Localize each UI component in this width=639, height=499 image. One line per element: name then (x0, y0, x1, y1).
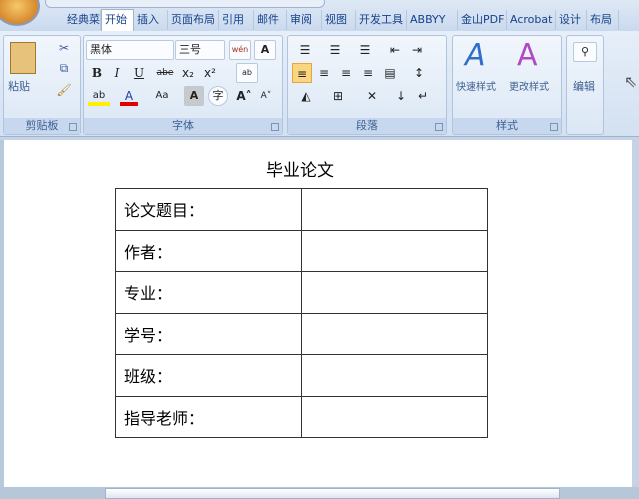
numbering-icon[interactable]: ☰ (322, 40, 348, 60)
table-row: 作者： (115, 229, 488, 272)
value-cell[interactable] (301, 229, 488, 272)
quick-styles-icon[interactable]: A (465, 38, 486, 73)
justify-icon[interactable]: ≡ (358, 63, 378, 83)
group-styles: A A 快速样式 更改样式 样式 (452, 35, 562, 135)
phonetic-guide-button[interactable]: wén (229, 40, 251, 60)
value-cell[interactable] (301, 395, 488, 438)
strikethrough-button[interactable]: abe (154, 63, 176, 83)
tab-5[interactable]: 邮件 (254, 10, 287, 30)
font-color-icon[interactable]: A (120, 86, 138, 106)
char-shading-button[interactable]: A (184, 86, 204, 106)
info-table: 论文题目： 作者： 专业： 学号： 班级： 指导老师： (115, 188, 488, 438)
tab-12[interactable]: 设计 (556, 10, 587, 30)
borders-icon[interactable]: ⊞ (324, 86, 352, 106)
dialog-launcher-icon[interactable] (550, 123, 558, 131)
quick-styles-button[interactable]: 快速样式 (456, 78, 496, 93)
dialog-launcher-icon[interactable] (69, 123, 77, 131)
change-case-button[interactable]: Aa (150, 86, 174, 106)
bold-button[interactable]: B (88, 63, 106, 83)
tab-0[interactable]: 经典菜单 (64, 10, 101, 30)
value-cell[interactable] (301, 354, 488, 397)
value-cell[interactable] (301, 312, 488, 355)
label-cell[interactable]: 学号： (115, 312, 302, 355)
change-styles-icon[interactable]: A (517, 38, 538, 73)
tab-11[interactable]: Acrobat (507, 10, 556, 30)
group-label: 字体 (84, 118, 282, 134)
dialog-launcher-icon[interactable] (271, 123, 279, 131)
value-cell[interactable] (301, 188, 488, 231)
paste-button[interactable]: 粘贴 (8, 78, 30, 94)
decrease-indent-icon[interactable]: ⇤ (386, 40, 404, 60)
label-cell[interactable]: 班级： (115, 354, 302, 397)
editing-button[interactable]: 编辑 (573, 78, 595, 94)
clear-format-icon[interactable]: ab (236, 63, 258, 83)
tab-6[interactable]: 审阅 (287, 10, 322, 30)
group-label: 段落 (288, 118, 446, 134)
vertical-scrollbar[interactable] (632, 140, 639, 487)
quick-access-toolbar[interactable] (45, 0, 325, 8)
tab-8[interactable]: 开发工具 (356, 10, 407, 30)
tab-9[interactable]: ABBYY (407, 10, 458, 30)
tab-3[interactable]: 页面布局 (168, 10, 219, 30)
label-cell[interactable]: 指导老师： (115, 395, 302, 438)
multilevel-list-icon[interactable]: ☰ (352, 40, 378, 60)
group-clipboard: 粘贴 ✂ ⧉ 🖌 剪贴板 (3, 35, 81, 135)
scrollbar-thumb[interactable] (105, 488, 560, 499)
group-paragraph: ☰ ☰ ☰ ⇤ ⇥ ≡ ≡ ≡ ≡ ▤ ↕ ◭ ⊞ ✕ ↓ ↵ 段落 (287, 35, 447, 135)
tab-7[interactable]: 视图 (322, 10, 356, 30)
subscript-button[interactable]: x₂ (178, 63, 198, 83)
align-right-icon[interactable]: ≡ (336, 63, 356, 83)
char-border-button[interactable]: A (254, 40, 276, 60)
document-title: 毕业论文 (266, 161, 334, 181)
show-marks-icon[interactable]: ↵ (414, 86, 432, 106)
cut-icon[interactable]: ✂ (56, 38, 72, 58)
align-center-icon[interactable]: ≡ (314, 63, 334, 83)
label-cell[interactable]: 作者： (115, 229, 302, 272)
group-label: 样式 (453, 118, 561, 134)
underline-button[interactable]: U (130, 63, 148, 83)
increase-indent-icon[interactable]: ⇥ (408, 40, 426, 60)
shrink-font-button[interactable]: A˅ (256, 86, 276, 106)
distributed-icon[interactable]: ▤ (380, 63, 400, 83)
grow-font-button[interactable]: A˄ (234, 86, 254, 106)
group-editing[interactable]: ⚲ 编辑 (566, 35, 604, 135)
table-row: 指导老师： (115, 395, 488, 438)
find-icon[interactable]: ⚲ (573, 42, 597, 62)
table-row: 学号： (115, 312, 488, 355)
label-cell[interactable]: 专业： (115, 271, 302, 314)
align-left-icon[interactable]: ≡ (292, 63, 312, 83)
format-painter-icon[interactable]: 🖌 (56, 80, 72, 100)
italic-button[interactable]: I (108, 63, 126, 83)
copy-icon[interactable]: ⧉ (56, 58, 72, 78)
font-size-select[interactable]: 三号 (175, 40, 225, 60)
sort-icon[interactable]: ↓ (392, 86, 410, 106)
dialog-launcher-icon[interactable] (435, 123, 443, 131)
change-styles-button[interactable]: 更改样式 (509, 78, 549, 93)
table-row: 班级： (115, 354, 488, 397)
tab-1[interactable]: 开始 (101, 9, 134, 31)
tab-10[interactable]: 金山PDF (458, 10, 507, 30)
chinese-layout-icon[interactable]: ✕ (358, 86, 386, 106)
table-row: 论文题目： (115, 188, 488, 231)
line-spacing-icon[interactable]: ↕ (406, 63, 432, 83)
highlight-icon[interactable]: ab (88, 86, 110, 106)
tab-4[interactable]: 引用 (219, 10, 254, 30)
bullets-icon[interactable]: ☰ (292, 40, 318, 60)
shading-icon[interactable]: ◭ (292, 86, 320, 106)
paste-icon[interactable] (10, 42, 36, 74)
label-cell[interactable]: 论文题目： (115, 188, 302, 231)
tab-2[interactable]: 插入 (134, 10, 168, 30)
group-font: 黑体 三号 wén A B I U abe x₂ x² ab ab A Aa A… (83, 35, 283, 135)
value-cell[interactable] (301, 271, 488, 314)
tab-13[interactable]: 布局 (587, 10, 619, 30)
superscript-button[interactable]: x² (200, 63, 220, 83)
mouse-cursor-icon: ⇖ (624, 72, 638, 91)
table-row: 专业： (115, 271, 488, 314)
font-name-select[interactable]: 黑体 (86, 40, 174, 60)
enclose-char-button[interactable]: 字 (208, 86, 228, 106)
